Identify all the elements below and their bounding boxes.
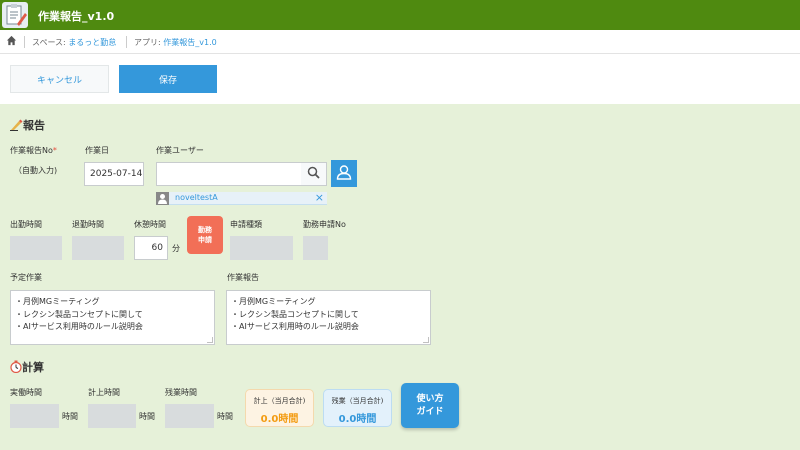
work-report-line: ・AIサービス利用時のルール説明会 — [231, 322, 359, 331]
report-clipboard-icon — [2, 2, 28, 28]
app-header: 作業報告_v1.0 — [0, 0, 800, 30]
record-form — [0, 104, 800, 450]
recorded-monthly-total-value: 0.0時間 — [260, 414, 299, 425]
report-section-label: 報告 — [23, 119, 45, 132]
resize-handle[interactable] — [423, 337, 429, 343]
work-request-button-line2: 申請 — [198, 236, 212, 244]
app-title: 作業報告_v1.0 — [38, 10, 115, 23]
work-request-button-label: 勤務 申請 — [198, 225, 212, 245]
recorded-monthly-total: 計上（当月合計) 0.0時間 — [245, 389, 314, 427]
report-no-value: （自動入力) — [14, 166, 58, 175]
breadcrumb-divider — [24, 36, 25, 48]
actual-time-field — [10, 404, 59, 428]
request-no-label: 勤務申請No — [303, 220, 346, 229]
recorded-monthly-total-title: 計上（当月合計) — [253, 397, 306, 405]
cancel-button[interactable]: キャンセル — [10, 65, 109, 93]
overtime-unit: 時間 — [217, 412, 233, 421]
work-report-label: 作業報告 — [227, 273, 259, 282]
break-time-input[interactable]: 60 — [134, 236, 168, 260]
calc-section-title: 計算 — [10, 359, 44, 376]
work-report-line: ・レクシン製品コンセプトに関して — [231, 309, 359, 319]
actual-time-label: 実働時間 — [10, 388, 42, 397]
user-icon — [336, 164, 352, 183]
end-time-label: 退勤時間 — [72, 220, 104, 229]
breadcrumb-divider — [126, 36, 127, 48]
required-mark: * — [52, 146, 57, 155]
breadcrumb-space-prefix: スペース: — [32, 38, 69, 47]
usage-guide-button-label: 使い方 ガイド — [416, 393, 443, 419]
recorded-time-label: 計上時間 — [88, 388, 120, 397]
work-date-input[interactable]: 2025-07-14 — [84, 162, 144, 186]
overtime-field — [165, 404, 214, 428]
work-report-line: ・月例MGミーティング — [231, 297, 316, 306]
pencil-icon — [10, 119, 23, 134]
selected-user-name[interactable]: noveltestA — [175, 193, 218, 202]
work-user-input[interactable] — [156, 162, 302, 186]
end-time-field — [72, 236, 124, 260]
work-request-button[interactable]: 勤務 申請 — [187, 216, 223, 254]
usage-guide-line1: 使い方 — [416, 393, 444, 404]
break-time-unit: 分 — [172, 244, 180, 253]
request-type-label: 申請種類 — [230, 220, 262, 229]
close-icon[interactable]: × — [315, 191, 324, 204]
recorded-time-field — [88, 404, 136, 428]
break-time-label: 休憩時間 — [134, 220, 166, 229]
work-date-label: 作業日 — [85, 146, 109, 155]
search-icon — [307, 166, 320, 182]
user-search-button[interactable] — [301, 162, 327, 186]
breadcrumb-space-link[interactable]: まるっと勤怠 — [68, 38, 116, 47]
work-request-button-line1: 勤務 — [198, 226, 212, 234]
planned-work-line: ・月例MGミーティング — [15, 297, 100, 306]
start-time-field — [10, 236, 62, 260]
work-user-label: 作業ユーザー — [156, 146, 204, 155]
planned-work-line: ・AIサービス利用時のルール説明会 — [15, 322, 143, 331]
actual-time-unit: 時間 — [62, 412, 78, 421]
breadcrumb: スペース: まるっと勤怠 アプリ: 作業報告_v1.0 — [0, 30, 800, 54]
breadcrumb-app[interactable]: アプリ: 作業報告_v1.0 — [134, 37, 217, 48]
breadcrumb-app-link[interactable]: 作業報告_v1.0 — [163, 38, 216, 47]
breadcrumb-app-prefix: アプリ: — [134, 38, 164, 47]
overtime-monthly-total: 残業（当月合計) 0.0時間 — [323, 389, 392, 427]
overtime-monthly-total-title: 残業（当月合計) — [331, 397, 384, 405]
home-icon[interactable] — [6, 35, 17, 49]
report-no-label: 作業報告No* — [10, 145, 57, 156]
avatar — [156, 192, 169, 205]
save-button[interactable]: 保存 — [119, 65, 217, 93]
overtime-label: 残業時間 — [165, 388, 197, 397]
usage-guide-button[interactable]: 使い方 ガイド — [401, 383, 459, 428]
selected-user-chip: noveltestA × — [156, 191, 327, 205]
overtime-monthly-total-value: 0.0時間 — [338, 414, 377, 425]
stopwatch-icon — [10, 360, 22, 376]
request-no-field — [303, 236, 328, 260]
calc-section-label: 計算 — [22, 361, 44, 374]
planned-work-label: 予定作業 — [10, 273, 42, 282]
work-report-textarea[interactable]: ・月例MGミーティング ・レクシン製品コンセプトに関して ・AIサービス利用時の… — [226, 290, 431, 345]
request-type-field — [230, 236, 293, 260]
breadcrumb-space[interactable]: スペース: まるっと勤怠 — [32, 37, 116, 48]
planned-work-textarea[interactable]: ・月例MGミーティング ・レクシン製品コンセプトに関して ・AIサービス利用時の… — [10, 290, 215, 345]
start-time-label: 出勤時間 — [10, 220, 42, 229]
user-select-button[interactable] — [331, 160, 357, 187]
report-no-label-text: 作業報告No — [10, 146, 53, 155]
resize-handle[interactable] — [207, 337, 213, 343]
report-section-title: 報告 — [10, 117, 45, 134]
recorded-time-unit: 時間 — [139, 412, 155, 421]
usage-guide-line2: ガイド — [416, 406, 444, 417]
planned-work-line: ・レクシン製品コンセプトに関して — [15, 309, 143, 319]
